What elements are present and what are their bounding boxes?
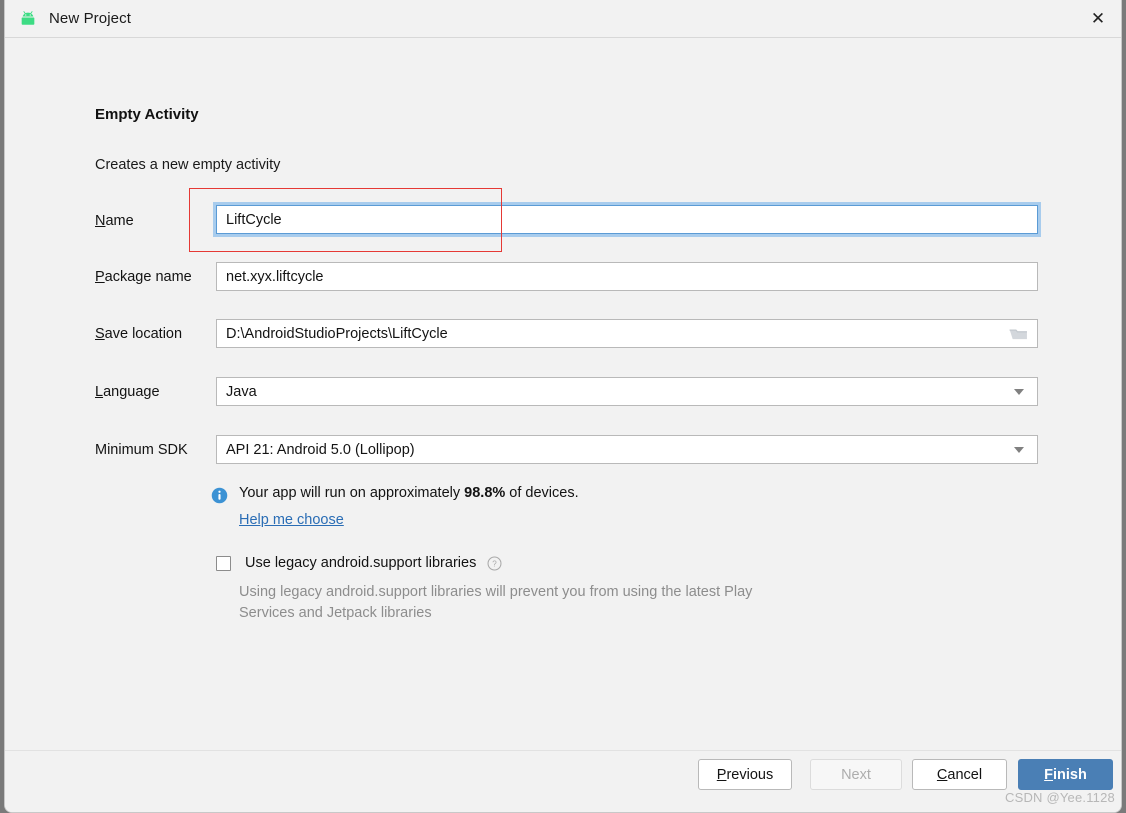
coverage-text-after: of devices.	[505, 485, 578, 501]
package-name-input[interactable]: net.xyx.liftcycle	[216, 262, 1038, 291]
save-location-value: D:\AndroidStudioProjects\LiftCycle	[226, 326, 448, 342]
close-icon[interactable]: ✕	[1075, 0, 1121, 37]
dialog-content: Empty Activity Creates a new empty activ…	[5, 38, 1121, 750]
folder-icon[interactable]	[1009, 326, 1028, 341]
label-save-location: Save location	[95, 326, 182, 342]
language-value: Java	[226, 384, 1014, 400]
label-name: Name	[95, 213, 134, 229]
label-package-name: Package name	[95, 269, 192, 285]
minimum-sdk-select[interactable]: API 21: Android 5.0 (Lollipop)	[216, 435, 1038, 464]
page-title: Empty Activity	[95, 106, 199, 123]
finish-button[interactable]: Finish	[1018, 759, 1113, 790]
page-subtitle: Creates a new empty activity	[95, 157, 280, 173]
info-icon	[211, 487, 228, 504]
chevron-down-icon	[1014, 389, 1024, 395]
next-button: Next	[810, 759, 902, 790]
question-mark-icon[interactable]: ?	[487, 556, 502, 571]
svg-text:?: ?	[493, 559, 498, 568]
minimum-sdk-value: API 21: Android 5.0 (Lollipop)	[226, 442, 1014, 458]
save-location-input[interactable]: D:\AndroidStudioProjects\LiftCycle	[216, 319, 1038, 348]
label-language: Language	[95, 384, 160, 400]
cancel-button[interactable]: Cancel	[912, 759, 1007, 790]
legacy-libraries-note: Using legacy android.support libraries w…	[239, 582, 759, 623]
device-coverage-info: Your app will run on approximately 98.8%…	[211, 486, 579, 504]
dialog-button-bar: Previous Next Cancel Finish	[5, 750, 1121, 812]
coverage-text-before: Your app will run on approximately	[239, 485, 464, 501]
previous-button[interactable]: Previous	[698, 759, 792, 790]
use-legacy-libraries-checkbox[interactable]	[216, 556, 231, 571]
label-minimum-sdk: Minimum SDK	[95, 442, 188, 458]
dialog-titlebar: New Project ✕	[5, 0, 1121, 38]
dialog-title: New Project	[49, 10, 131, 27]
language-select[interactable]: Java	[216, 377, 1038, 406]
use-legacy-libraries-label[interactable]: Use legacy android.support libraries	[245, 555, 476, 571]
android-robot-icon	[18, 9, 38, 29]
coverage-percent: 98.8%	[464, 485, 505, 501]
chevron-down-icon	[1014, 447, 1024, 453]
legacy-libraries-row: Use legacy android.support libraries ?	[216, 555, 502, 571]
device-coverage-text: Your app will run on approximately 98.8%…	[239, 486, 579, 501]
new-project-dialog: New Project ✕ Empty Activity Creates a n…	[4, 0, 1122, 813]
help-me-choose-link[interactable]: Help me choose	[239, 512, 344, 528]
name-input[interactable]: LiftCycle	[216, 205, 1038, 234]
